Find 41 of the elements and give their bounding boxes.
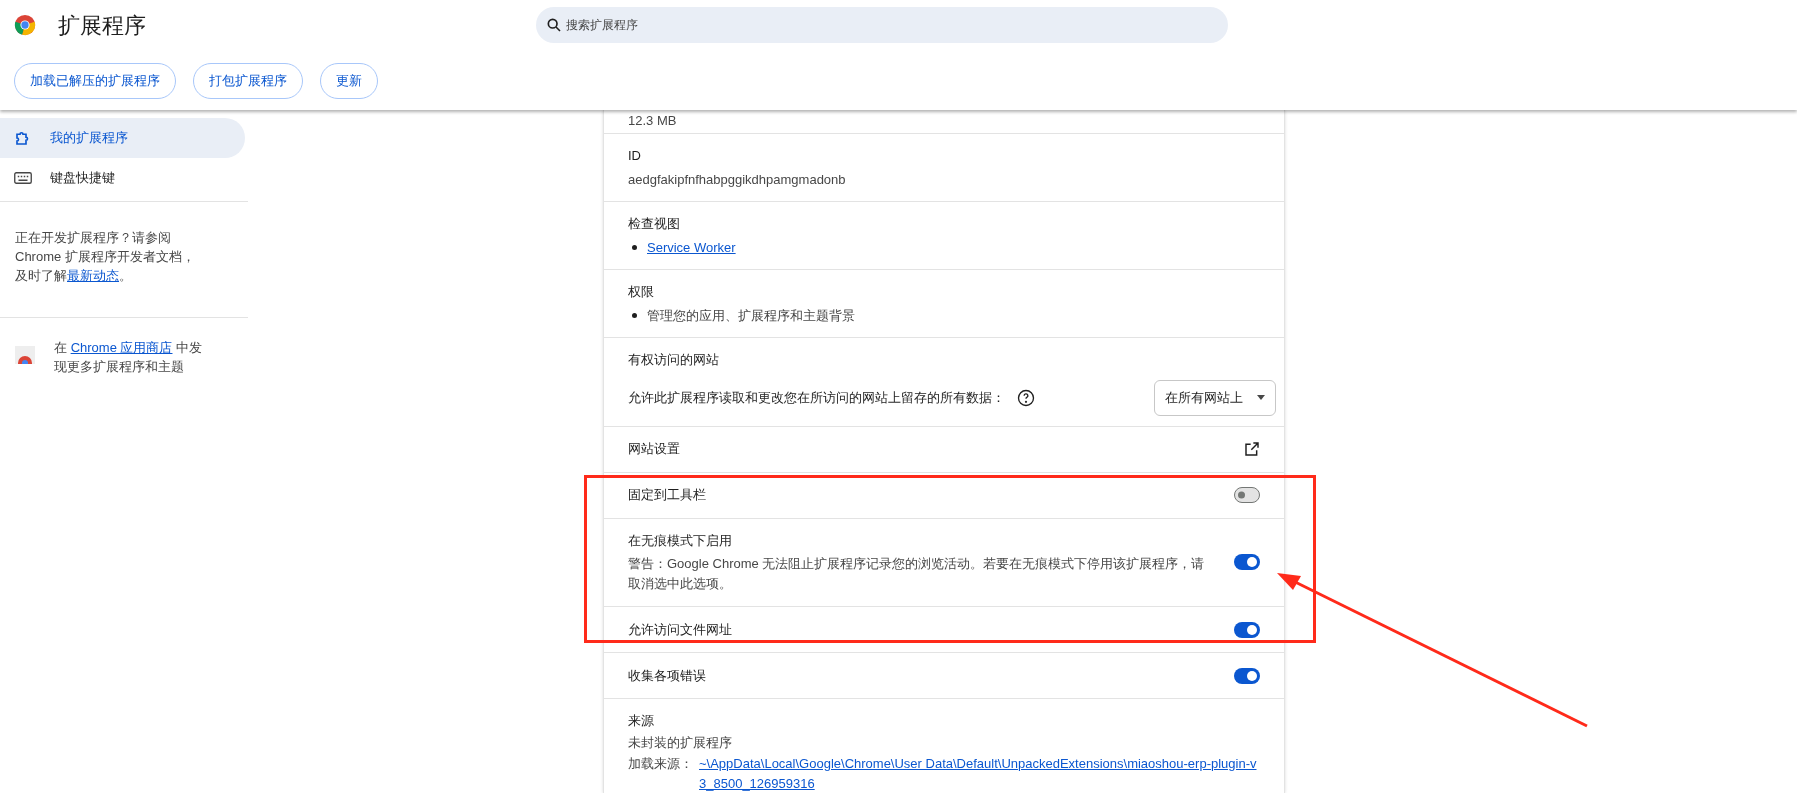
web-store-icon [15,346,35,364]
bullet-icon [632,312,637,318]
setting-description: 警告：Google Chrome 无法阻止扩展程序记录您的浏览活动。若要在无痕模式下停用该扩展程序，请取消选中此选项。 [628,555,1206,593]
site-access-dropdown[interactable]: 在所有网站上 [1154,379,1276,416]
page-title: 扩展程序 [58,11,146,40]
browser-logo-icon [14,14,36,36]
search-field[interactable]: 搜索扩展程序 [536,7,1228,43]
site-settings-row[interactable]: 网站设置 [604,426,1284,473]
access-description: 允许此扩展程序读取和更改您在所访问的网站上留存的所有数据： [628,388,1005,407]
size-value: 12.3 MB [628,113,678,129]
web-store-link[interactable]: Chrome 应用商店 [70,340,173,355]
toggle-switch[interactable] [1234,621,1260,638]
caret-icon [1257,395,1265,400]
toggle-switch[interactable] [1234,554,1260,571]
source-value: 未封装的扩展程序 [628,733,733,752]
web-store-note: 在 Chrome 应用商店 中发现更多扩展程序和主题 [54,339,204,376]
permission-text: 管理您的应用、扩展程序和主题背景 [647,306,855,325]
bullet-icon [632,244,637,250]
sidebar-item[interactable]: 我的扩展程序 [0,118,245,158]
latest-news-link[interactable]: 最新动态 [67,268,119,283]
section-label: 权限 [628,283,655,301]
setting-label: 在无痕模式下启用 [628,531,733,550]
keyboard-icon [14,171,32,185]
setting-label: 固定到工具栏 [628,486,706,505]
inspect-link[interactable]: Service Worker [647,237,736,257]
developer-note: 正在开发扩展程序？请参阅 Chrome 扩展程序开发者文档，及时了解最新动态。 [15,229,196,285]
toggle-switch[interactable] [1234,667,1260,684]
search-icon [546,17,562,33]
toggle-switch[interactable] [1234,487,1260,503]
setting-label: 收集各项错误 [628,666,706,685]
path-label: 加载来源： [628,755,693,773]
section-label: 检查视图 [628,215,681,233]
external-link-icon [1244,441,1260,457]
field-value: aedgfakipfnfhabpggikdhpamgmadonb [628,170,847,189]
field-label: ID [628,147,642,165]
help-icon [1017,388,1035,407]
setting-label: 允许访问文件网址 [628,620,732,639]
sidebar-item[interactable]: 键盘快捷键 [0,158,245,198]
section-label: 有权访问的网站 [628,351,720,369]
section-label: 来源 [628,712,655,730]
source-path-link[interactable]: ~\AppData\Local\Google\Chrome\User Data\Default\UnpackedExtensions\miaoshou-erp-plugin-v3_8500_126959316 [699,754,1260,793]
